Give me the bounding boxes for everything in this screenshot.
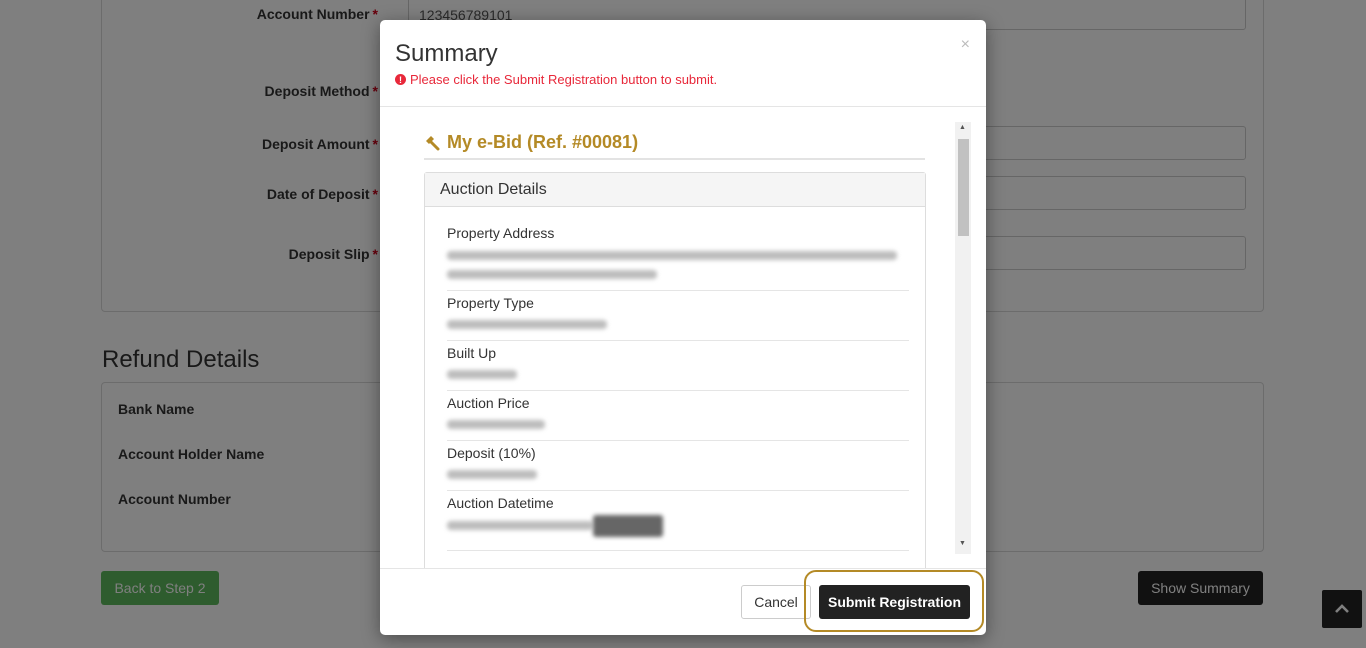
modal-title: Summary	[395, 40, 498, 67]
scrollbar-thumb[interactable]	[958, 139, 969, 236]
redacted-value	[447, 521, 593, 530]
redacted-value	[447, 320, 607, 329]
auction-details-heading: Auction Details	[425, 173, 925, 207]
detail-label: Property Type	[447, 295, 534, 311]
bid-title: My e-Bid (Ref. #00081)	[424, 132, 638, 153]
scroll-up-arrow-icon[interactable]: ▲	[959, 124, 966, 131]
redacted-value	[447, 251, 897, 260]
detail-label: Deposit (10%)	[447, 445, 536, 461]
modal-footer-divider	[380, 568, 986, 569]
redacted-badge	[593, 515, 663, 537]
redacted-value	[447, 270, 657, 279]
modal-header-divider	[380, 106, 986, 107]
redacted-value	[447, 470, 537, 479]
redacted-value	[447, 420, 545, 429]
auction-details-box: Auction Details Property Address Propert…	[424, 172, 926, 568]
bid-title-underline	[424, 158, 925, 160]
detail-row-auction-price: Auction Price	[447, 390, 909, 441]
detail-label: Property Address	[447, 225, 555, 241]
gavel-icon	[426, 135, 440, 150]
warning-text: Please click the Submit Registration but…	[410, 72, 718, 87]
scroll-down-arrow-icon[interactable]: ▼	[959, 540, 966, 547]
detail-row-deposit: Deposit (10%)	[447, 440, 909, 491]
detail-label: Auction Datetime	[447, 495, 554, 511]
redacted-value	[447, 370, 517, 379]
close-icon[interactable]: ×	[961, 36, 970, 54]
modal-body-scroll[interactable]: My e-Bid (Ref. #00081) Auction Details P…	[395, 120, 971, 568]
cancel-button[interactable]: Cancel	[741, 585, 811, 619]
summary-modal: Summary × ! Please click the Submit Regi…	[380, 20, 986, 635]
warning-message: ! Please click the Submit Registration b…	[395, 72, 717, 87]
detail-label: Built Up	[447, 345, 497, 361]
detail-row-property-address: Property Address	[447, 223, 909, 291]
submit-registration-button[interactable]: Submit Registration	[819, 585, 970, 619]
detail-row-built-up: Built Up	[447, 340, 909, 391]
detail-row-property-type: Property Type	[447, 290, 909, 341]
exclamation-circle-icon: !	[395, 74, 406, 85]
modal-scrollbar[interactable]: ▲ ▼	[955, 122, 971, 554]
detail-label: Auction Price	[447, 395, 530, 411]
detail-row-auction-datetime: Auction Datetime	[447, 490, 909, 551]
